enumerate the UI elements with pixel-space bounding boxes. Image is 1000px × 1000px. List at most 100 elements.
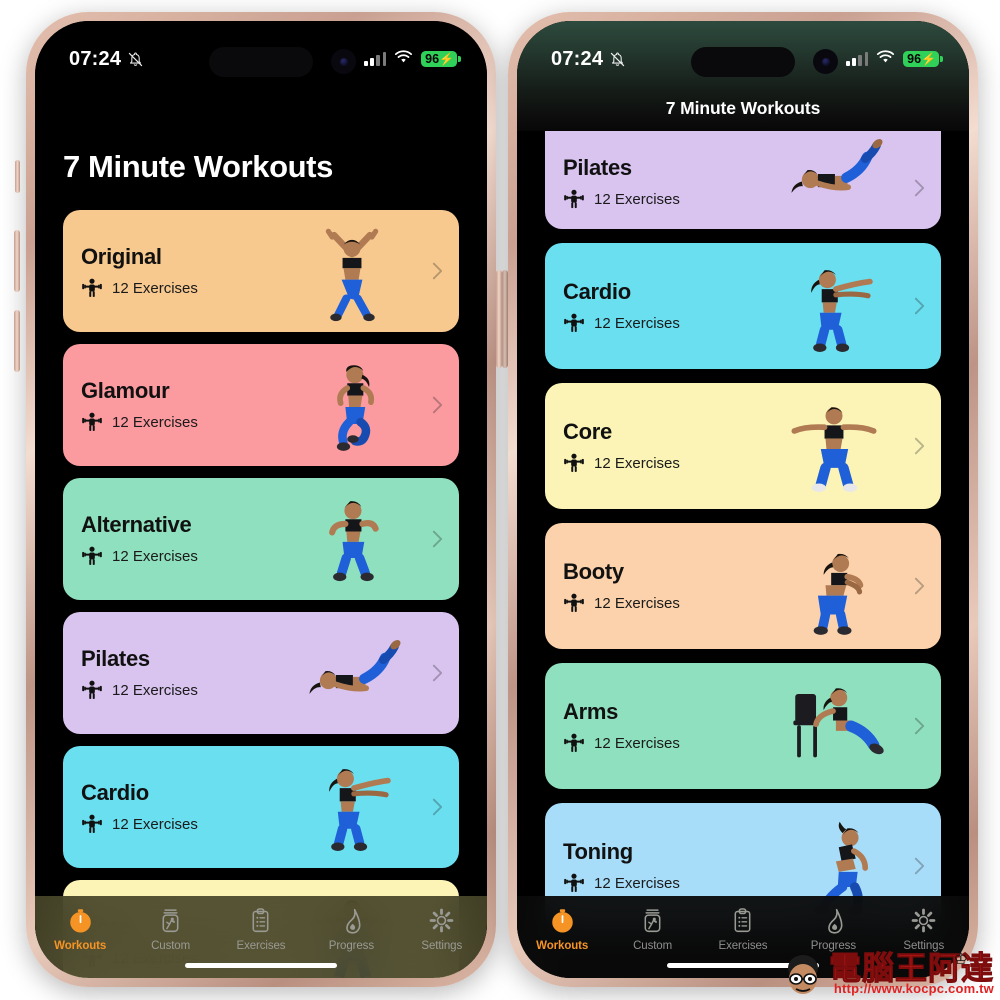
- chevron-right-icon[interactable]: [914, 297, 925, 316]
- silent-switch[interactable]: [15, 160, 20, 193]
- tab-progress[interactable]: Progress: [788, 905, 878, 952]
- volume-up-button[interactable]: [14, 230, 20, 292]
- workout-title: Cardio: [81, 779, 149, 805]
- tab-label: Workouts: [54, 940, 107, 952]
- workout-title: Alternative: [81, 511, 192, 537]
- tab-label: Exercises: [718, 940, 768, 952]
- workout-card[interactable]: Core 12 Exercises: [545, 383, 941, 509]
- flame-icon: [818, 905, 848, 935]
- status-bar: 07:24 96 ⚡: [35, 21, 487, 83]
- runner-in-jar-icon: [638, 905, 668, 935]
- chevron-right-icon[interactable]: [432, 798, 443, 817]
- chevron-right-icon[interactable]: [432, 262, 443, 281]
- workout-card-text: Original 12 Exercises: [81, 244, 198, 298]
- weightlifter-icon: [81, 546, 103, 566]
- workout-card[interactable]: Cardio 12 Exercises: [63, 746, 459, 868]
- workout-subtitle: 12 Exercises: [563, 593, 680, 613]
- tab-progress[interactable]: Progress: [306, 905, 396, 952]
- workout-illustration: [297, 622, 407, 726]
- chevron-right-icon[interactable]: [432, 530, 443, 549]
- exercise-count: 12 Exercises: [112, 547, 198, 565]
- clipboard-list-icon: [246, 905, 276, 935]
- workout-card[interactable]: Alternative 12 Exercises: [63, 478, 459, 600]
- wifi-icon: [394, 49, 413, 69]
- workout-title: Pilates: [563, 154, 632, 180]
- weightlifter-icon: [81, 680, 103, 700]
- crown-icon: ♔: [953, 950, 968, 968]
- workout-title: Glamour: [81, 377, 170, 403]
- workout-subtitle: 12 Exercises: [81, 278, 198, 298]
- tab-exercises[interactable]: Exercises: [698, 905, 788, 952]
- watermark-brand: 電腦王阿達: [828, 948, 994, 987]
- workout-illustration: [779, 537, 889, 641]
- workout-subtitle: 12 Exercises: [563, 453, 680, 473]
- phone-left: 07:24 96 ⚡ 7 Minute Workouts Original 12…: [14, 12, 508, 987]
- workout-card-text: Core 12 Exercises: [563, 419, 680, 473]
- screen-left: 07:24 96 ⚡ 7 Minute Workouts Original 12…: [35, 21, 487, 978]
- weightlifter-icon: [81, 412, 103, 432]
- exercise-count: 12 Exercises: [594, 874, 680, 892]
- workout-title: Pilates: [81, 645, 150, 671]
- workout-subtitle: 12 Exercises: [81, 680, 198, 700]
- wifi-icon: [876, 49, 895, 69]
- watermark: ♔ 電腦王阿達 http://www.kocpc.com.tw: [781, 948, 994, 996]
- clipboard-list-icon: [728, 905, 758, 935]
- workout-title: Booty: [563, 558, 624, 584]
- tab-exercises[interactable]: Exercises: [216, 905, 306, 952]
- chevron-right-icon[interactable]: [914, 857, 925, 876]
- tab-settings[interactable]: Settings: [397, 905, 487, 952]
- chevron-right-icon[interactable]: [914, 717, 925, 736]
- workout-illustration: [297, 756, 407, 860]
- workout-card[interactable]: Original 12 Exercises: [63, 210, 459, 332]
- weightlifter-icon: [563, 593, 585, 613]
- tab-label: Custom: [633, 940, 673, 952]
- workout-card-text: Cardio 12 Exercises: [563, 279, 680, 333]
- workout-card[interactable]: Glamour 12 Exercises: [63, 344, 459, 466]
- weightlifter-icon: [81, 814, 103, 834]
- weightlifter-icon: [563, 733, 585, 753]
- tab-custom[interactable]: Custom: [125, 905, 215, 952]
- battery-percent: 96: [907, 51, 922, 66]
- tab-workouts[interactable]: Workouts: [517, 905, 607, 952]
- workout-card-text: Cardio 12 Exercises: [81, 780, 198, 834]
- tab-label: Progress: [328, 940, 374, 952]
- workout-subtitle: 12 Exercises: [81, 814, 198, 834]
- weightlifter-icon: [563, 873, 585, 893]
- workout-card[interactable]: Booty 12 Exercises: [545, 523, 941, 649]
- workout-illustration: [779, 677, 889, 781]
- tab-workouts[interactable]: Workouts: [35, 905, 125, 952]
- chevron-right-icon[interactable]: [432, 664, 443, 683]
- exercise-count: 12 Exercises: [112, 681, 198, 699]
- workout-card-text: Alternative 12 Exercises: [81, 512, 198, 566]
- workout-card-text: Toning 12 Exercises: [563, 839, 680, 893]
- tab-label: Custom: [151, 940, 191, 952]
- tab-settings[interactable]: Settings: [879, 905, 969, 952]
- chevron-right-icon[interactable]: [432, 396, 443, 415]
- weightlifter-icon: [563, 453, 585, 473]
- chevron-right-icon[interactable]: [914, 178, 925, 197]
- chevron-right-icon[interactable]: [914, 577, 925, 596]
- exercise-count: 12 Exercises: [594, 734, 680, 752]
- workout-subtitle: 12 Exercises: [81, 412, 198, 432]
- cellular-signal-icon: [846, 51, 869, 66]
- workout-list-right: Pilates 12 Exercises Cardio 12 Exercises: [517, 131, 969, 943]
- workout-subtitle: 12 Exercises: [563, 873, 680, 893]
- home-indicator[interactable]: [185, 963, 337, 968]
- exercise-count: 12 Exercises: [112, 279, 198, 297]
- workout-illustration: [779, 131, 889, 225]
- stopwatch-icon: [65, 905, 95, 935]
- workout-card[interactable]: Pilates 12 Exercises: [545, 131, 941, 229]
- status-time: 07:24: [551, 47, 604, 70]
- volume-down-button[interactable]: [14, 310, 20, 372]
- workout-title: Cardio: [563, 278, 631, 304]
- workout-illustration: [297, 220, 407, 324]
- workout-card[interactable]: Cardio 12 Exercises: [545, 243, 941, 369]
- chevron-right-icon[interactable]: [914, 437, 925, 456]
- weightlifter-icon: [563, 189, 585, 209]
- power-button[interactable]: [496, 270, 502, 368]
- workout-subtitle: 12 Exercises: [563, 313, 680, 333]
- workout-title: Toning: [563, 838, 633, 864]
- workout-card[interactable]: Pilates 12 Exercises: [63, 612, 459, 734]
- tab-custom[interactable]: Custom: [607, 905, 697, 952]
- workout-card[interactable]: Arms 12 Exercises: [545, 663, 941, 789]
